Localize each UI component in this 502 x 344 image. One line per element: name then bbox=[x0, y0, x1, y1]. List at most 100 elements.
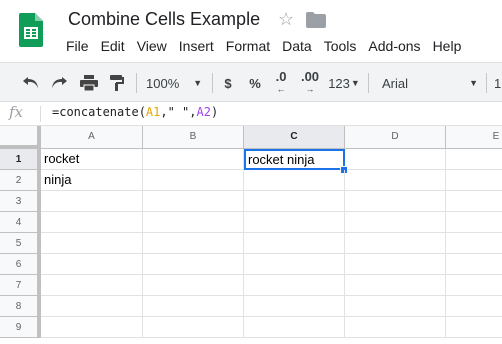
cell-b5[interactable] bbox=[143, 233, 244, 254]
cell-b4[interactable] bbox=[143, 212, 244, 233]
table-row: 9 bbox=[0, 317, 502, 338]
formula-ref-a1: A1 bbox=[145, 105, 161, 119]
menu-insert[interactable]: Insert bbox=[173, 38, 220, 56]
toolbar-divider bbox=[212, 73, 213, 93]
row-header-6[interactable]: 6 bbox=[0, 254, 41, 275]
row-header-1[interactable]: 1 bbox=[0, 149, 41, 170]
menu-bar: File Edit View Insert Format Data Tools … bbox=[60, 38, 467, 56]
column-header-b[interactable]: B bbox=[143, 126, 244, 148]
formula-suffix: ) bbox=[210, 105, 219, 119]
menu-help[interactable]: Help bbox=[427, 38, 468, 56]
sheets-logo-icon[interactable] bbox=[19, 13, 43, 47]
cell-d2[interactable] bbox=[345, 170, 446, 191]
cell-c9[interactable] bbox=[244, 317, 345, 338]
paint-format-icon[interactable] bbox=[104, 63, 130, 103]
more-formats-select[interactable]: 123 ▼ bbox=[326, 63, 362, 103]
toolbar-divider bbox=[136, 73, 137, 93]
menu-view[interactable]: View bbox=[131, 38, 173, 56]
cell-d6[interactable] bbox=[345, 254, 446, 275]
cell-c2[interactable] bbox=[244, 170, 345, 191]
menu-file[interactable]: File bbox=[60, 38, 95, 56]
decrease-decimal-button[interactable]: .0 ← bbox=[268, 63, 294, 103]
row-header-2[interactable]: 2 bbox=[0, 170, 41, 191]
cell-a3[interactable] bbox=[41, 191, 143, 212]
cell-d1[interactable] bbox=[345, 149, 446, 170]
cell-c4[interactable] bbox=[244, 212, 345, 233]
zoom-select[interactable]: 100% ▼ bbox=[146, 63, 206, 103]
row-header-5[interactable]: 5 bbox=[0, 233, 41, 254]
cell-a6[interactable] bbox=[41, 254, 143, 275]
menu-format[interactable]: Format bbox=[220, 38, 276, 56]
percent-format-button[interactable]: % bbox=[245, 63, 265, 103]
cell-a7[interactable] bbox=[41, 275, 143, 296]
increase-decimal-button[interactable]: .00 → bbox=[296, 63, 324, 103]
chevron-down-icon: ▼ bbox=[193, 78, 203, 88]
cell-a2[interactable]: ninja bbox=[41, 170, 143, 191]
cell-d7[interactable] bbox=[345, 275, 446, 296]
cell-d9[interactable] bbox=[345, 317, 446, 338]
cell-a5[interactable] bbox=[41, 233, 143, 254]
row-header-7[interactable]: 7 bbox=[0, 275, 41, 296]
column-header-a[interactable]: A bbox=[41, 126, 143, 148]
menu-edit[interactable]: Edit bbox=[95, 38, 131, 56]
font-select[interactable]: Arial ▼ bbox=[382, 63, 478, 103]
column-header-e[interactable]: E bbox=[446, 126, 502, 148]
cell-a4[interactable] bbox=[41, 212, 143, 233]
row-header-3[interactable]: 3 bbox=[0, 191, 41, 212]
menu-addons[interactable]: Add-ons bbox=[362, 38, 426, 56]
cell-c1[interactable]: rocket ninja bbox=[244, 149, 345, 170]
cell-c7[interactable] bbox=[244, 275, 345, 296]
menu-data[interactable]: Data bbox=[276, 38, 318, 56]
undo-icon[interactable] bbox=[18, 63, 44, 103]
cell-c3[interactable] bbox=[244, 191, 345, 212]
font-size-select[interactable]: 1 bbox=[494, 63, 502, 103]
chevron-down-icon: ▼ bbox=[469, 78, 478, 88]
cell-b2[interactable] bbox=[143, 170, 244, 191]
cell-a9[interactable] bbox=[41, 317, 143, 338]
toolbar-divider bbox=[486, 73, 487, 93]
row-header-4[interactable]: 4 bbox=[0, 212, 41, 233]
cell-e1[interactable] bbox=[446, 149, 502, 170]
table-row: 4 bbox=[0, 212, 502, 233]
column-header-d[interactable]: D bbox=[345, 126, 446, 148]
star-icon[interactable]: ☆ bbox=[278, 9, 294, 30]
cell-d4[interactable] bbox=[345, 212, 446, 233]
fx-icon: fx bbox=[9, 103, 24, 121]
currency-format-button[interactable]: $ bbox=[218, 63, 238, 103]
cell-b1[interactable] bbox=[143, 149, 244, 170]
cell-e7[interactable] bbox=[446, 275, 502, 296]
cell-e5[interactable] bbox=[446, 233, 502, 254]
row-header-8[interactable]: 8 bbox=[0, 296, 41, 317]
cell-e9[interactable] bbox=[446, 317, 502, 338]
cell-e8[interactable] bbox=[446, 296, 502, 317]
folder-icon[interactable] bbox=[306, 12, 326, 28]
cell-d5[interactable] bbox=[345, 233, 446, 254]
cell-b8[interactable] bbox=[143, 296, 244, 317]
cell-c5[interactable] bbox=[244, 233, 345, 254]
select-all-corner[interactable] bbox=[0, 126, 41, 149]
column-header-row: A B C D E bbox=[0, 126, 502, 149]
cell-b9[interactable] bbox=[143, 317, 244, 338]
print-icon[interactable] bbox=[76, 63, 102, 103]
cell-e6[interactable] bbox=[446, 254, 502, 275]
cell-a1[interactable]: rocket bbox=[41, 149, 143, 170]
cell-b6[interactable] bbox=[143, 254, 244, 275]
cell-c8[interactable] bbox=[244, 296, 345, 317]
cell-d8[interactable] bbox=[345, 296, 446, 317]
row-header-9[interactable]: 9 bbox=[0, 317, 41, 338]
cell-e4[interactable] bbox=[446, 212, 502, 233]
cell-e2[interactable] bbox=[446, 170, 502, 191]
document-title[interactable]: Combine Cells Example bbox=[68, 9, 260, 30]
cell-d3[interactable] bbox=[345, 191, 446, 212]
cell-a8[interactable] bbox=[41, 296, 143, 317]
column-header-c[interactable]: C bbox=[244, 126, 345, 148]
cell-b3[interactable] bbox=[143, 191, 244, 212]
redo-icon[interactable] bbox=[46, 63, 72, 103]
formula-middle: ," ", bbox=[160, 105, 197, 119]
menu-tools[interactable]: Tools bbox=[318, 38, 363, 56]
cell-b7[interactable] bbox=[143, 275, 244, 296]
zoom-value: 100% bbox=[146, 75, 180, 91]
formula-input[interactable]: =concatenate(A1," ",A2) bbox=[52, 105, 218, 119]
cell-e3[interactable] bbox=[446, 191, 502, 212]
cell-c6[interactable] bbox=[244, 254, 345, 275]
